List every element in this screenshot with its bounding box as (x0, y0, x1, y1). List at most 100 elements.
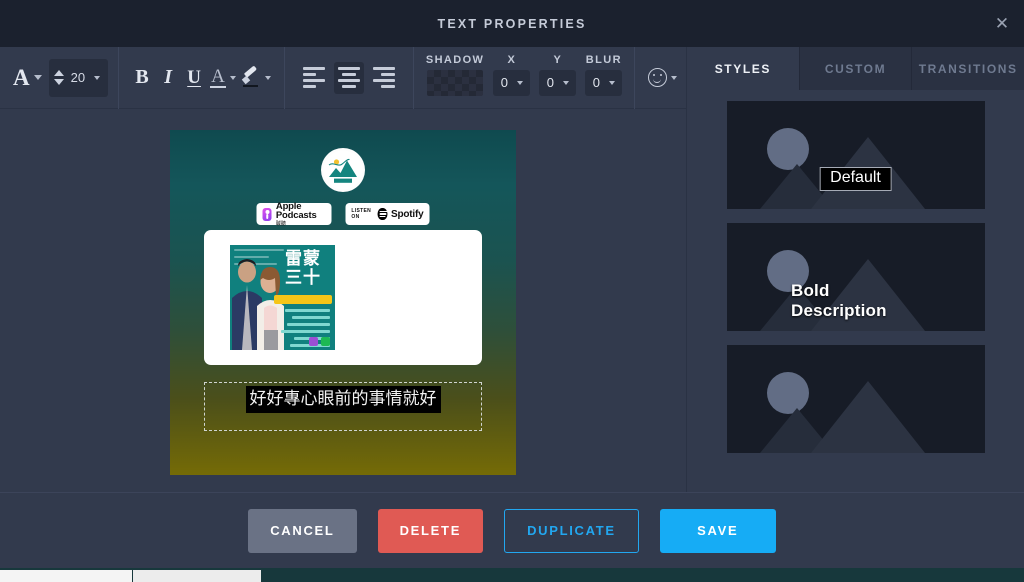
chevron-down-icon[interactable] (562, 80, 569, 85)
chevron-down-icon[interactable] (671, 75, 678, 80)
spotify-badge[interactable]: LISTEN ON Spotify (345, 203, 430, 225)
shadow-group: SHADOW X 0 Y 0 BLUR 0 (414, 47, 635, 109)
font-color-icon: A (210, 65, 226, 89)
text-properties-modal: TEXT PROPERTIES ✕ A 20 B I U A SHADOW X … (0, 0, 1024, 568)
apple-podcasts-sublabel: 聝聽 (275, 220, 286, 227)
thumbnail-platform-icons (309, 337, 330, 346)
duplicate-button[interactable]: DUPLICATE (504, 508, 639, 553)
style-label-default: Default (819, 167, 892, 191)
thumbnail-title: 雷蒙 三十 (275, 251, 331, 288)
spotify-label: Spotify (391, 208, 424, 220)
page-title: TEXT PROPERTIES (437, 16, 587, 31)
canvas-area: Apple Podcasts 聝聽 LISTEN ON Spotify 雷蒙 三… (0, 109, 686, 492)
modal-body: A 20 B I U A SHADOW X 0 Y 0 BLUR 0 Apple… (0, 46, 1024, 568)
shadow-color-swatch[interactable] (427, 69, 484, 96)
shadow-y-field: Y 0 (539, 53, 577, 96)
thumbnail-title-line1: 雷蒙 (285, 249, 321, 269)
chevron-down-icon[interactable] (608, 80, 615, 85)
delete-button[interactable]: DELETE (377, 508, 484, 553)
font-size-value: 20 (70, 70, 86, 85)
tab-transitions[interactable]: TRANSITIONS (912, 47, 1024, 90)
text-toolbar: A 20 B I U A SHADOW X 0 Y 0 BLUR 0 (0, 46, 686, 109)
shadow-x-label: X (507, 53, 517, 66)
style-preview-list[interactable]: Default Bold Description (687, 90, 1024, 492)
modal-titlebar: TEXT PROPERTIES ✕ (0, 0, 1024, 47)
modal-middle-row: A 20 B I U A SHADOW X 0 Y 0 BLUR 0 Apple… (0, 46, 1024, 492)
cancel-button[interactable]: CANCEL (248, 508, 357, 553)
chevron-down-icon (33, 75, 42, 80)
canvas-text-element[interactable]: 好好專心眼前的事情就好 (204, 382, 482, 431)
italic-button[interactable]: I (155, 61, 181, 95)
shadow-y-label: Y (553, 53, 563, 66)
thumbnail-badge (274, 295, 332, 304)
shadow-y-input[interactable]: 0 (539, 69, 577, 96)
chevron-down-icon[interactable] (94, 75, 101, 80)
style-card-default[interactable]: Default (726, 101, 985, 209)
align-center-button[interactable] (333, 61, 364, 94)
italic-icon: I (164, 66, 172, 88)
editor-column: A 20 B I U A SHADOW X 0 Y 0 BLUR 0 Apple… (0, 46, 686, 492)
tab-styles[interactable]: STYLES (687, 47, 800, 90)
spotify-icon (377, 208, 388, 220)
screen-root: TEXT PROPERTIES ✕ A 20 B I U A SHADOW X … (0, 0, 1024, 582)
shadow-x-input[interactable]: 0 (493, 69, 531, 96)
font-color-button[interactable]: A (207, 61, 239, 95)
font-size-stepper[interactable]: 20 (48, 58, 109, 97)
background-page-panel-right (133, 570, 261, 582)
chevron-down-icon[interactable] (264, 75, 271, 80)
episode-card[interactable]: 雷蒙 三十 (204, 230, 482, 365)
mountain-large-icon (810, 381, 925, 453)
design-canvas[interactable]: Apple Podcasts 聝聽 LISTEN ON Spotify 雷蒙 三… (170, 130, 516, 475)
canvas-text-value[interactable]: 好好專心眼前的事情就好 (245, 386, 441, 413)
highlight-color-button[interactable] (239, 61, 274, 95)
text-style-group: B I U A (119, 47, 284, 109)
chevron-down-icon[interactable] (516, 80, 523, 85)
apple-podcasts-label: Apple Podcasts (275, 200, 317, 221)
bold-button[interactable]: B (129, 61, 155, 95)
style-label-bold-description: Bold Description (791, 281, 887, 320)
style-card-partial[interactable] (726, 345, 985, 453)
modal-footer: CANCEL DELETE DUPLICATE SAVE (0, 492, 1024, 568)
stepper-up-icon[interactable] (53, 70, 64, 76)
emoji-button[interactable] (645, 61, 680, 95)
platform-badges: Apple Podcasts 聝聽 LISTEN ON Spotify (256, 200, 430, 227)
save-button[interactable]: SAVE (659, 508, 776, 553)
highlighter-icon (241, 65, 261, 87)
font-family-button[interactable]: A (10, 61, 45, 95)
emoji-icon (648, 68, 668, 87)
shadow-blur-field: BLUR 0 (585, 53, 623, 96)
align-left-button[interactable] (299, 62, 329, 94)
shadow-x-value: 0 (500, 75, 508, 90)
shadow-blur-input[interactable]: 0 (585, 69, 623, 96)
podcast-logo (321, 148, 365, 192)
underline-icon: U (187, 66, 201, 88)
font-family-icon: A (13, 65, 30, 90)
chevron-down-icon[interactable] (229, 75, 236, 80)
emoji-group (635, 47, 690, 109)
shadow-color-field: SHADOW (426, 54, 485, 96)
spotify-prefix: LISTEN ON (351, 208, 371, 220)
shadow-x-field: X 0 (493, 53, 531, 96)
style-card-bold-description[interactable]: Bold Description (726, 223, 985, 331)
shadow-blur-value: 0 (592, 75, 600, 90)
panel-tabs: STYLES CUSTOM TRANSITIONS (687, 47, 1024, 90)
styles-panel: STYLES CUSTOM TRANSITIONS Default Bold D… (686, 47, 1024, 492)
stepper-arrows[interactable] (53, 70, 64, 85)
shadow-label: SHADOW (425, 53, 485, 66)
alignment-group (285, 47, 413, 109)
episode-thumbnail: 雷蒙 三十 (230, 245, 335, 350)
tab-custom[interactable]: CUSTOM (799, 47, 913, 90)
font-group: A 20 (0, 47, 118, 109)
apple-podcasts-badge[interactable]: Apple Podcasts 聝聽 (256, 200, 332, 227)
stepper-down-icon[interactable] (53, 79, 64, 85)
align-right-button[interactable] (369, 62, 399, 94)
shadow-blur-label: BLUR (585, 53, 622, 66)
shadow-y-value: 0 (546, 75, 554, 90)
close-icon[interactable]: ✕ (988, 10, 1016, 38)
bold-icon: B (135, 66, 149, 88)
logo-artwork (323, 150, 363, 190)
apple-podcasts-icon (262, 207, 272, 221)
background-page-panel-left (0, 570, 132, 582)
underline-button[interactable]: U (181, 61, 207, 95)
thumbnail-title-line2: 三十 (285, 268, 321, 288)
